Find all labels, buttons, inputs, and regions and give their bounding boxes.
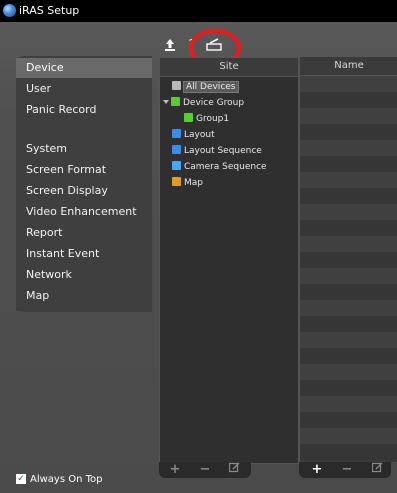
add-icon[interactable]: +: [167, 462, 183, 478]
edit-icon[interactable]: [369, 462, 385, 478]
list-row[interactable]: [300, 284, 397, 300]
list-row[interactable]: [300, 444, 397, 460]
list-row[interactable]: [300, 412, 397, 428]
tree-item-layout-sequence[interactable]: Layout Sequence: [172, 144, 262, 158]
device-group-icon: [171, 97, 180, 106]
remove-icon[interactable]: −: [339, 462, 355, 478]
list-row[interactable]: [300, 236, 397, 252]
remove-icon[interactable]: −: [197, 462, 213, 478]
edit-icon[interactable]: [226, 462, 242, 478]
list-row[interactable]: [300, 204, 397, 220]
list-row[interactable]: [300, 252, 397, 268]
layout-icon: [172, 129, 181, 138]
upload-icon[interactable]: [162, 38, 178, 54]
tree-item-label: Map: [184, 178, 203, 188]
expand-arrow-icon[interactable]: [163, 100, 169, 104]
sidebar-item-panic-record[interactable]: Panic Record: [16, 100, 152, 120]
tree-item-label: Layout: [184, 130, 215, 140]
list-row[interactable]: [300, 76, 397, 92]
all-devices-icon: [172, 81, 181, 90]
app-icon: [3, 4, 16, 17]
sidebar-item-instant-event[interactable]: Instant Event: [16, 244, 152, 264]
map-icon: [172, 177, 181, 186]
list-row[interactable]: [300, 188, 397, 204]
sidebar-item-report[interactable]: Report: [16, 223, 152, 243]
tree-item-map[interactable]: Map: [172, 176, 203, 190]
tree-item-label: Camera Sequence: [184, 162, 267, 172]
list-row[interactable]: [300, 380, 397, 396]
list-row[interactable]: [300, 396, 397, 412]
title-bar: iRAS Setup: [0, 0, 397, 22]
tree-item-layout[interactable]: Layout: [172, 128, 215, 142]
checkbox-checked-icon[interactable]: ✓: [16, 474, 26, 484]
sidebar-item-user[interactable]: User: [16, 79, 152, 99]
sidebar-item-video-enhancement[interactable]: Video Enhancement: [16, 202, 152, 222]
tree-item-label: All Devices: [183, 81, 239, 93]
layout-sequence-icon: [172, 145, 181, 154]
list-row[interactable]: [300, 172, 397, 188]
tree-item-label: Group1: [196, 114, 230, 124]
tree-item-label: Layout Sequence: [184, 146, 262, 156]
site-column-header[interactable]: Site: [160, 58, 298, 77]
tree-item-all-devices[interactable]: All Devices: [172, 80, 239, 94]
list-row[interactable]: [300, 332, 397, 348]
sidebar-item-network[interactable]: Network: [16, 265, 152, 285]
list-row[interactable]: [300, 428, 397, 444]
site-tree-panel: Site All Devices Device Group Group1 Lay…: [159, 57, 299, 464]
sidebar-item-screen-format[interactable]: Screen Format: [16, 160, 152, 180]
tree-footer-bar: + −: [159, 462, 251, 478]
tree-item-camera-sequence[interactable]: Camera Sequence: [172, 160, 267, 174]
sidebar-settings-group: System Screen Format Screen Display Vide…: [16, 135, 152, 311]
name-list-panel: Name: [299, 57, 397, 462]
add-icon[interactable]: +: [309, 462, 325, 478]
list-row[interactable]: [300, 220, 397, 236]
list-row[interactable]: [300, 140, 397, 156]
group-icon: [184, 113, 193, 122]
list-row[interactable]: [300, 124, 397, 140]
list-row[interactable]: [300, 108, 397, 124]
tree-item-group1[interactable]: Group1: [184, 112, 229, 126]
always-on-top-checkbox[interactable]: ✓ Always On Top: [16, 474, 103, 486]
list-row[interactable]: [300, 156, 397, 172]
list-row[interactable]: [300, 316, 397, 332]
list-row[interactable]: [300, 364, 397, 380]
tree-item-label: Device Group: [183, 98, 245, 108]
sidebar-item-map[interactable]: Map: [16, 286, 152, 306]
sidebar-item-device[interactable]: Device: [16, 58, 152, 78]
list-row[interactable]: [300, 92, 397, 108]
tree-item-device-group[interactable]: Device Group: [163, 96, 244, 110]
always-on-top-label: Always On Top: [30, 474, 103, 485]
list-row[interactable]: [300, 268, 397, 284]
window-title: iRAS Setup: [19, 4, 80, 17]
camera-sequence-icon: [172, 161, 181, 170]
name-footer-bar: + −: [299, 462, 391, 478]
sidebar-item-screen-display[interactable]: Screen Display: [16, 181, 152, 201]
list-row[interactable]: [300, 348, 397, 364]
sidebar-item-system[interactable]: System: [16, 139, 152, 159]
name-column-header[interactable]: Name: [300, 57, 397, 76]
list-row[interactable]: [300, 300, 397, 316]
